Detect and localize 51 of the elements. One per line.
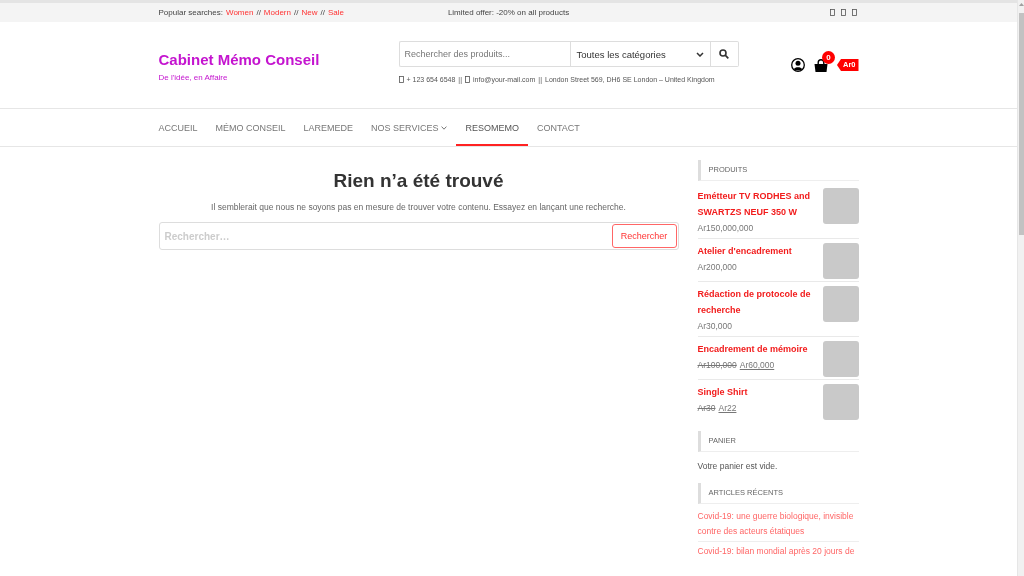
- popular-search-link[interactable]: New: [301, 8, 318, 17]
- link-separator: //: [294, 8, 299, 17]
- cart-empty-text: Votre panier est vide.: [697, 460, 779, 473]
- sale-price: Ar60,000: [739, 359, 775, 372]
- link-separator: //: [256, 8, 261, 17]
- scroll-up-arrow-icon[interactable]: [1018, 3, 1024, 6]
- nav-link[interactable]: RESOMEMO: [456, 109, 528, 146]
- product-link[interactable]: Single Shirt: [697, 384, 748, 400]
- photo-placeholder: [822, 341, 859, 377]
- post-link[interactable]: Covid-19: une guerre biologique, invisible contre des acteurs étatiques: [697, 509, 859, 539]
- nav-link[interactable]: LAREMEDE: [294, 109, 363, 146]
- product-link[interactable]: Encadrement de mémoire: [697, 341, 808, 357]
- search-button[interactable]: Rechercher: [611, 224, 677, 248]
- chevron-down-icon: [695, 51, 704, 57]
- site-tagline: De l'idée, en Affaire: [158, 73, 228, 83]
- search-icon: [719, 49, 729, 59]
- account-icon[interactable]: [791, 58, 805, 72]
- link-separator: //: [320, 8, 325, 17]
- cart-count-badge: 0: [822, 50, 835, 64]
- nav-link[interactable]: NOS SERVICES: [362, 109, 457, 146]
- scrollbar-track[interactable]: [1017, 0, 1024, 576]
- product-search-field[interactable]: Rechercher des produits...: [398, 41, 570, 67]
- scrollbar-thumb[interactable]: [1018, 13, 1024, 235]
- product-price: Ar150,000,000: [697, 222, 754, 235]
- popular-search-link[interactable]: Sale: [327, 8, 344, 17]
- product-link[interactable]: Rédaction de protocole de recherche: [697, 286, 817, 318]
- product-price: Ar30,000: [697, 320, 732, 333]
- popular-searches-label: Popular searches:: [158, 8, 223, 17]
- site-title[interactable]: Cabinet Mémo Conseil: [158, 50, 320, 69]
- offer-text: Limited offer: -20% on all products: [447, 8, 570, 17]
- popular-search-link[interactable]: Women: [226, 8, 254, 17]
- sale-price: Ar22: [718, 402, 737, 415]
- photo-placeholder: [822, 384, 859, 420]
- old-price: Ar100,000: [697, 359, 737, 372]
- cart-icon[interactable]: [814, 58, 828, 72]
- nav-link[interactable]: MÉMO CONSEIL: [206, 109, 295, 146]
- page-heading: Rien n’a été trouvé: [333, 169, 504, 193]
- product-link[interactable]: Atelier d'encadrement: [697, 243, 792, 259]
- photo-placeholder: [822, 243, 859, 279]
- nav-link[interactable]: ACCUEIL: [149, 109, 207, 146]
- photo-placeholder: [822, 188, 859, 224]
- old-price: Ar30: [697, 402, 716, 415]
- category-select[interactable]: Toutes les catégories: [569, 41, 711, 67]
- not-found-message: Il semblerait que nous ne soyons pas en mesure de trouver votre contenu. Essayez en lançant une recherche.: [211, 201, 626, 214]
- search-button[interactable]: [710, 41, 739, 67]
- product-price: Ar200,000: [697, 261, 737, 274]
- popular-search-link[interactable]: Modern: [263, 8, 291, 17]
- product-link[interactable]: Emétteur TV RODHES and SWARTZS NEUF 350 W: [697, 188, 817, 220]
- post-link[interactable]: Covid-19: bilan mondial après 20 jours de: [697, 544, 859, 559]
- nav-link[interactable]: CONTACT: [527, 109, 589, 146]
- photo-placeholder: [822, 286, 859, 322]
